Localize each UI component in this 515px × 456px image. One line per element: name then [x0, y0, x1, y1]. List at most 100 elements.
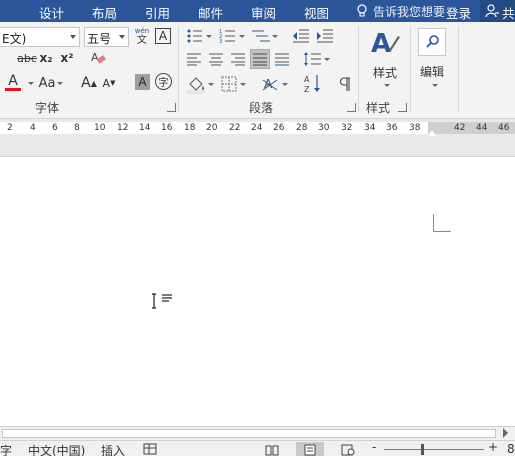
ruler-number: 2: [7, 123, 13, 133]
editing-button[interactable]: 编辑: [414, 26, 454, 96]
distributed-icon[interactable]: [274, 52, 290, 66]
macro-record-icon[interactable]: [143, 443, 157, 455]
ruler-number: 6: [52, 123, 58, 133]
font-size-combo[interactable]: 五号: [84, 27, 129, 47]
styles-button[interactable]: A 样式: [364, 26, 406, 96]
zoom-slider-thumb[interactable]: [421, 444, 424, 455]
grow-font-button[interactable]: A ▲: [80, 73, 98, 93]
bullets-icon[interactable]: [186, 28, 214, 44]
svg-text:3: 3: [219, 39, 222, 44]
multilevel-list-icon[interactable]: [252, 28, 280, 44]
insert-mode-indicator[interactable]: 插入: [101, 442, 125, 456]
tab-mailings[interactable]: 邮件: [198, 3, 223, 22]
horizontal-ruler[interactable]: 2 4 6 8 10 12 14 16 18 20 22 24 26 28 30…: [0, 119, 515, 157]
editing-label: 编辑: [420, 65, 445, 79]
character-shading-label: A: [138, 75, 147, 89]
scroll-right-icon[interactable]: [503, 428, 508, 438]
shading-bucket-icon[interactable]: [186, 74, 216, 94]
ribbon-tab-bar: 设计 布局 引用 邮件 审阅 视图 告诉我您想要 登录 共: [0, 0, 515, 22]
superscript-label: x²: [60, 51, 74, 65]
phonetic-guide-button[interactable]: wén 文: [133, 25, 151, 47]
right-indent-marker[interactable]: [428, 130, 436, 136]
svg-text:A: A: [91, 51, 99, 64]
tab-review[interactable]: 审阅: [251, 3, 276, 22]
zoom-out-button[interactable]: -: [372, 440, 376, 454]
ruler-number: 16: [161, 123, 173, 133]
tab-view[interactable]: 视图: [304, 3, 329, 22]
font-dialog-launcher-icon[interactable]: [167, 103, 176, 112]
tell-me-search[interactable]: 告诉我您想要: [373, 3, 445, 20]
person-icon: [485, 4, 499, 18]
font-color-button[interactable]: A: [2, 72, 24, 92]
justify-icon: [253, 53, 267, 66]
ruler-number: 14: [139, 123, 151, 133]
language-indicator[interactable]: 中文(中国): [28, 442, 85, 456]
increase-indent-icon[interactable]: [316, 28, 334, 44]
login-link[interactable]: 登录: [446, 3, 471, 22]
zoom-in-button[interactable]: +: [488, 440, 498, 454]
chevron-down-icon[interactable]: [28, 82, 34, 85]
styles-icon: A: [371, 29, 400, 58]
search-icon: [426, 35, 439, 48]
borders-icon[interactable]: [220, 74, 250, 94]
change-case-label: Aa: [38, 75, 56, 91]
zoom-level[interactable]: 8: [507, 442, 515, 456]
tab-references[interactable]: 引用: [145, 3, 170, 22]
enclose-characters-button[interactable]: 字: [155, 73, 172, 90]
paragraph-dialog-launcher-icon[interactable]: [347, 103, 356, 112]
word-count-label[interactable]: 字: [0, 442, 12, 456]
ruler-number: 42: [454, 123, 466, 133]
ruler-number: 10: [94, 123, 106, 133]
numbering-icon[interactable]: 1 2 3: [219, 28, 247, 44]
font-group-label: 字体: [35, 101, 60, 115]
styles-dialog-launcher-icon[interactable]: [398, 103, 407, 112]
line-spacing-icon[interactable]: [303, 50, 331, 68]
print-layout-button[interactable]: [296, 442, 324, 456]
ruler-number: 26: [273, 123, 285, 133]
ruler-number: 20: [206, 123, 218, 133]
horizontal-scrollbar[interactable]: [0, 426, 515, 440]
character-border-button[interactable]: A: [155, 28, 171, 44]
character-shading-button[interactable]: A: [135, 74, 150, 90]
shrink-font-button[interactable]: A ▼: [100, 73, 118, 93]
ruler-number: 8: [74, 123, 80, 133]
read-mode-button[interactable]: [258, 442, 286, 456]
document-canvas[interactable]: [0, 158, 515, 426]
group-divider: [458, 26, 459, 112]
sort-icon[interactable]: A Z: [304, 73, 322, 95]
strikethrough-label: abc: [17, 51, 37, 65]
web-layout-button[interactable]: [334, 442, 362, 456]
align-right-icon[interactable]: [230, 52, 246, 66]
page-margin-corner: [433, 214, 451, 232]
chevron-down-icon: [70, 35, 76, 39]
align-left-icon[interactable]: [186, 52, 202, 66]
zoom-slider[interactable]: [384, 449, 484, 450]
superscript-button[interactable]: x²: [59, 49, 75, 67]
subscript-button[interactable]: x₂: [38, 49, 54, 67]
change-case-button[interactable]: Aa: [36, 74, 66, 92]
share-label: 共: [502, 6, 515, 21]
justify-button[interactable]: [250, 49, 270, 69]
styles-group-label: 样式: [366, 101, 391, 115]
font-name-combo[interactable]: E文): [0, 27, 80, 47]
clear-formatting-button[interactable]: A: [89, 49, 107, 67]
chevron-down-icon: [432, 84, 438, 87]
scrollbar-track[interactable]: [2, 429, 496, 438]
share-button[interactable]: 共: [480, 0, 515, 22]
word-window: 设计 布局 引用 邮件 审阅 视图 告诉我您想要 登录 共 E文) 五号 wén…: [0, 0, 515, 456]
web-layout-icon: [341, 444, 355, 456]
ruler-number: 30: [318, 123, 330, 133]
align-center-icon[interactable]: [208, 52, 224, 66]
pilcrow-icon[interactable]: [338, 76, 352, 92]
ruler-number: 32: [341, 123, 353, 133]
tab-layout[interactable]: 布局: [92, 3, 117, 22]
tab-design[interactable]: 设计: [39, 3, 64, 22]
ruler-number: 18: [184, 123, 196, 133]
decrease-indent-icon[interactable]: [292, 28, 310, 44]
chevron-down-icon: [119, 35, 125, 39]
ruler-number: 24: [251, 123, 263, 133]
svg-text:A: A: [371, 29, 391, 58]
ruler-number: 22: [229, 123, 241, 133]
chinese-layout-icon[interactable]: A: [262, 74, 292, 94]
print-layout-icon: [304, 444, 316, 456]
